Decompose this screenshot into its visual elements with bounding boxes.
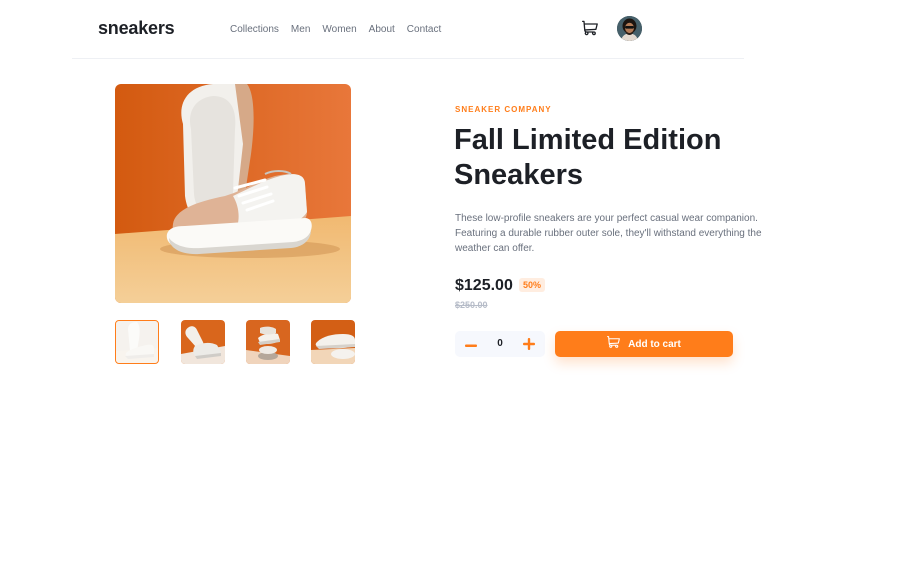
current-price: $125.00 (455, 277, 513, 294)
discount-badge: 50% (519, 278, 546, 292)
thumbnail-1[interactable] (115, 320, 159, 364)
product-title: Fall Limited Edition Sneakers (454, 124, 722, 191)
cart-icon (607, 335, 621, 353)
quantity-stepper: 0 (455, 331, 545, 357)
company-label: SNEAKER COMPANY (455, 105, 552, 114)
nav-item-contact[interactable]: Contact (407, 24, 441, 35)
nav-item-collections[interactable]: Collections (230, 24, 279, 35)
thumbnail-3[interactable] (246, 320, 290, 364)
site-header: sneakers Collections Men Women About Con… (72, 0, 744, 59)
thumbnail-4[interactable] (311, 320, 355, 364)
add-to-cart-label: Add to cart (628, 338, 681, 350)
product-description: These low-profile sneakers are your perf… (455, 213, 762, 254)
product-main-image[interactable] (115, 84, 351, 303)
original-price: $250.00 (455, 300, 488, 310)
nav-item-women[interactable]: Women (322, 24, 356, 35)
minus-icon[interactable] (463, 334, 479, 354)
avatar[interactable] (617, 16, 642, 41)
plus-icon[interactable] (521, 334, 537, 354)
nav-item-men[interactable]: Men (291, 24, 310, 35)
add-to-cart-button[interactable]: Add to cart (555, 331, 733, 357)
thumbnail-2[interactable] (181, 320, 225, 364)
nav-item-about[interactable]: About (369, 24, 395, 35)
quantity-value: 0 (497, 338, 503, 349)
logo[interactable]: sneakers (98, 18, 175, 39)
main-nav: Collections Men Women About Contact (230, 24, 453, 35)
cart-icon[interactable] (582, 20, 598, 36)
